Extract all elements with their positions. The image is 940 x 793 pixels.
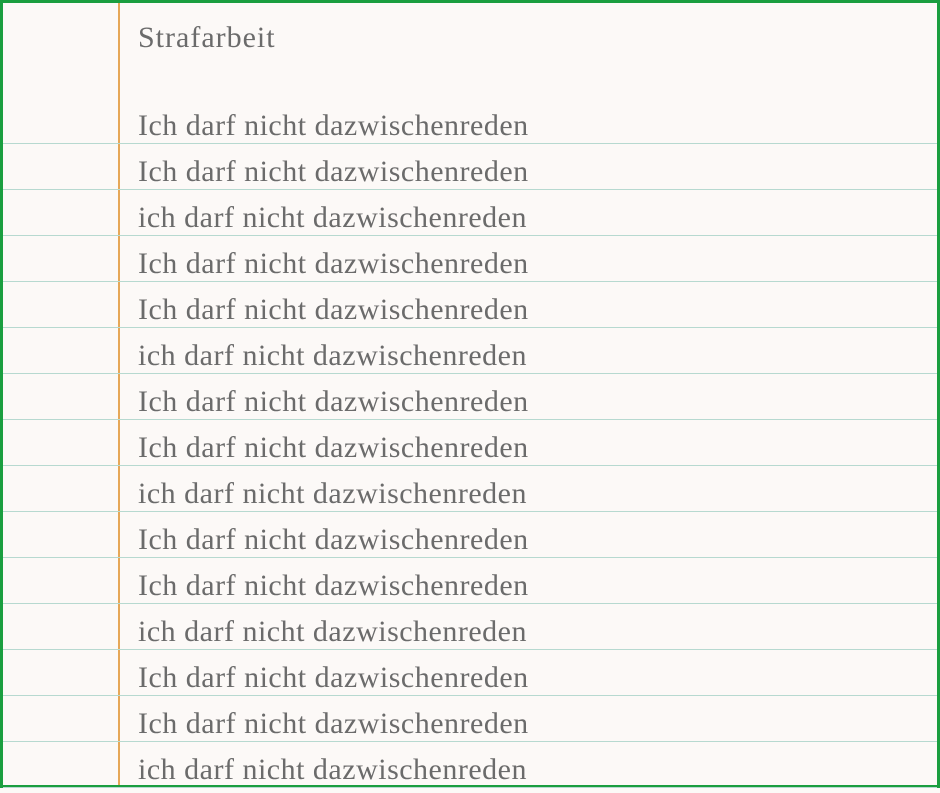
margin-line — [118, 3, 120, 785]
text-line: Ich darf nicht dazwischenreden — [138, 655, 917, 701]
text-line: Ich darf nicht dazwischenreden — [138, 563, 917, 609]
text-line: Ich darf nicht dazwischenreden — [138, 701, 917, 747]
page-content: Strafarbeit Ich darf nicht dazwischenred… — [138, 21, 917, 793]
text-line: ich darf nicht dazwischenreden — [138, 747, 917, 793]
text-line: Ich darf nicht dazwischenreden — [138, 425, 917, 471]
text-line: Ich darf nicht dazwischenreden — [138, 287, 917, 333]
text-line: ich darf nicht dazwischenreden — [138, 333, 917, 379]
text-line: Ich darf nicht dazwischenreden — [138, 241, 917, 287]
text-line: Ich darf nicht dazwischenreden — [138, 517, 917, 563]
text-line: Ich darf nicht dazwischenreden — [138, 149, 917, 195]
text-line: Ich darf nicht dazwischenreden — [138, 103, 917, 149]
page-title: Strafarbeit — [138, 21, 917, 55]
text-line: ich darf nicht dazwischenreden — [138, 195, 917, 241]
text-line: ich darf nicht dazwischenreden — [138, 609, 917, 655]
lines-container: Ich darf nicht dazwischenredenIch darf n… — [138, 103, 917, 793]
text-line: Ich darf nicht dazwischenreden — [138, 379, 917, 425]
text-line: ich darf nicht dazwischenreden — [138, 471, 917, 517]
